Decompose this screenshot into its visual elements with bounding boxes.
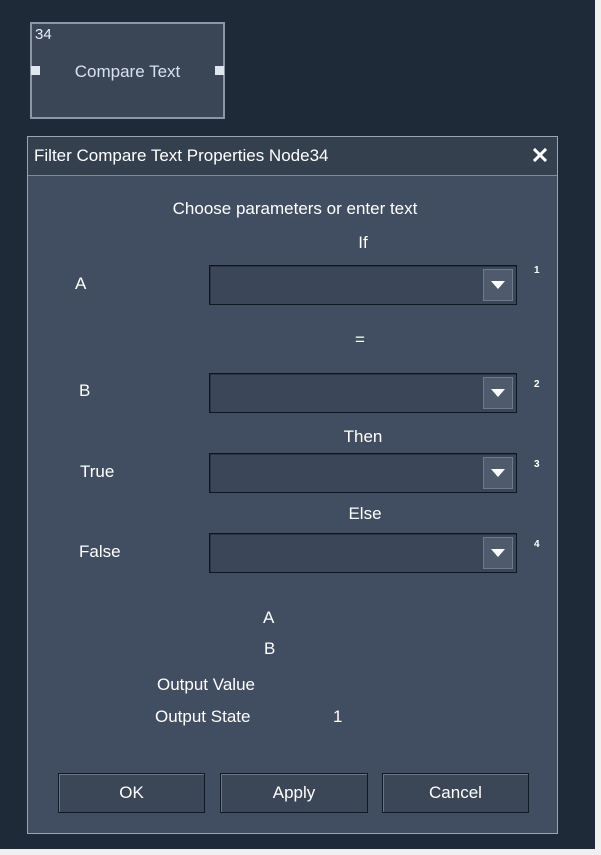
chevron-down-icon[interactable] <box>483 377 513 409</box>
field-false-index: 4 <box>534 539 540 550</box>
field-b-select[interactable] <box>209 373 517 413</box>
instruction-text: Choose parameters or enter text <box>172 199 418 218</box>
field-a-select[interactable] <box>209 265 517 305</box>
summary-a-label: A <box>263 608 275 627</box>
node-output-port[interactable] <box>215 66 224 75</box>
output-value-label: Output Value <box>157 675 255 694</box>
ok-button[interactable]: OK <box>58 773 205 813</box>
else-label: Else <box>348 504 382 523</box>
field-false-label: False <box>79 542 121 561</box>
node-label: Compare Text <box>74 62 181 81</box>
field-b-label: B <box>79 381 91 400</box>
node-id: 34 <box>35 26 52 43</box>
window-edge-right <box>595 0 601 855</box>
properties-dialog: Filter Compare Text Properties Node34 Ch… <box>27 136 558 834</box>
field-true-select[interactable] <box>209 453 517 493</box>
chevron-down-icon[interactable] <box>483 537 513 569</box>
field-false-select[interactable] <box>209 533 517 573</box>
if-label: If <box>358 233 368 252</box>
dialog-title: Filter Compare Text Properties Node34 <box>34 146 329 165</box>
close-icon[interactable] <box>531 146 549 164</box>
field-a-index: 1 <box>534 265 540 276</box>
window-edge-bottom <box>0 849 601 855</box>
then-label: Then <box>343 427 383 446</box>
chevron-down-icon[interactable] <box>483 269 513 301</box>
output-state-label: Output State <box>155 707 251 726</box>
output-state-value: 1 <box>333 707 343 726</box>
cancel-button[interactable]: Cancel <box>382 773 529 813</box>
apply-button[interactable]: Apply <box>220 773 368 813</box>
summary-b-label: B <box>264 639 276 658</box>
equals-label: = <box>355 330 365 349</box>
compare-text-node[interactable]: 34 Compare Text <box>30 22 225 119</box>
field-true-label: True <box>80 462 115 481</box>
field-true-index: 3 <box>534 459 540 470</box>
chevron-down-icon[interactable] <box>483 457 513 489</box>
field-b-index: 2 <box>534 379 540 390</box>
dialog-titlebar[interactable]: Filter Compare Text Properties Node34 <box>28 137 557 176</box>
field-a-label: A <box>75 274 87 293</box>
